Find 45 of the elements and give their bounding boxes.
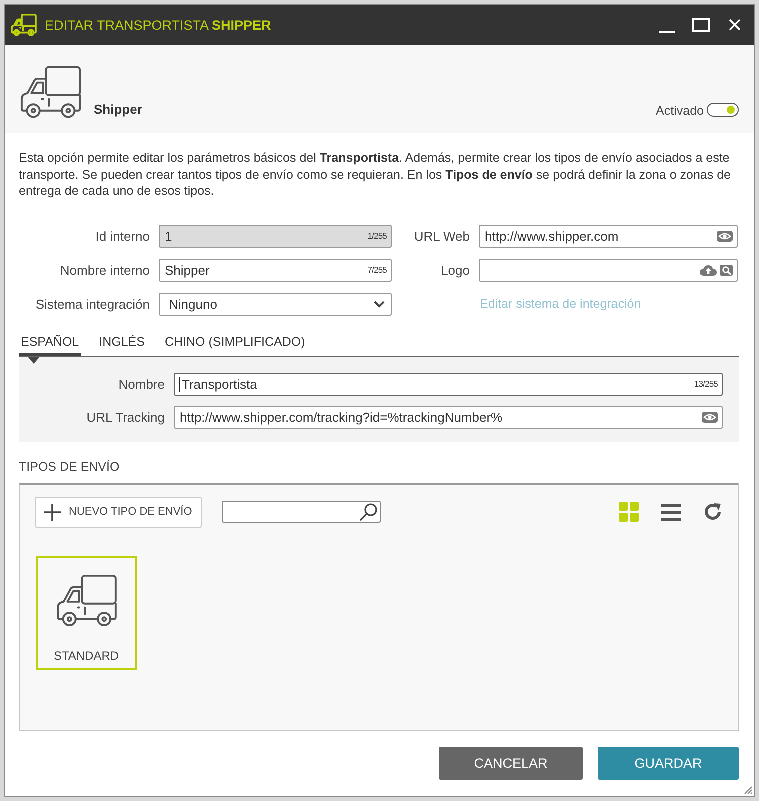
- eye-icon[interactable]: [702, 412, 718, 422]
- language-tab[interactable]: INGLÉS: [97, 328, 147, 356]
- chevron-down-icon: [374, 300, 385, 308]
- section-title: TIPOS DE ENVÍO: [19, 460, 121, 474]
- truck-icon: [56, 574, 118, 626]
- cloud-upload-icon[interactable]: [700, 264, 717, 276]
- save-button[interactable]: GUARDAR: [598, 747, 739, 780]
- maximize-icon: [692, 18, 710, 32]
- minimize-icon: [659, 31, 675, 33]
- search-field[interactable]: [222, 501, 382, 523]
- cancel-button[interactable]: CANCELAR: [439, 747, 583, 780]
- character-count: 7/255: [368, 264, 387, 274]
- eye-icon[interactable]: [717, 230, 733, 242]
- active-toggle[interactable]: [707, 103, 739, 117]
- truck-icon: [11, 14, 37, 36]
- field-label: URL Tracking: [86, 408, 166, 427]
- new-shipping-type-button[interactable]: NUEVO TIPO DE ENVÍO: [35, 496, 202, 528]
- field-label: Id interno: [94, 228, 151, 246]
- truck-icon: [20, 65, 82, 119]
- search-icon[interactable]: [720, 264, 733, 276]
- language-tab[interactable]: ESPAÑOL: [19, 328, 82, 364]
- search-icon: [360, 503, 378, 521]
- list-view-icon[interactable]: [661, 504, 681, 520]
- field-label: Sistema integración: [34, 296, 151, 314]
- window-title: EDITAR TRANSPORTISTA SHIPPER: [45, 18, 272, 32]
- character-count: 13/255: [694, 378, 718, 388]
- resize-grip-icon[interactable]: [744, 786, 753, 795]
- toggle-label: Activado: [656, 104, 704, 118]
- field-label: Nombre: [118, 376, 166, 394]
- plus-icon: [44, 504, 61, 520]
- shipping-type-card[interactable]: STANDARD: [36, 556, 137, 670]
- url-field[interactable]: http://www.shipper.com/tracking?id=%trackingNumber%: [174, 406, 723, 428]
- field-label: URL Web: [413, 228, 471, 246]
- close-icon: [729, 19, 741, 31]
- url-field[interactable]: http://www.shipper.com: [479, 224, 738, 248]
- field-label: Logo: [440, 262, 471, 280]
- carrier-name: Shipper: [94, 102, 142, 117]
- file-field[interactable]: [479, 258, 738, 282]
- field-label: Nombre interno: [59, 262, 151, 280]
- description-text: Esta opción permite editar los parámetros básicos del Transportista. Además, permite crear los tipos de envío asociados a este transporte. Se pueden crear tantos tipos de envío como se requieran. En los Tipos de envío se podrá definir la zona o zonas de entrega de cada uno de esos tipos.: [19, 150, 732, 200]
- language-tab[interactable]: CHINO (SIMPLIFICADO): [162, 328, 308, 356]
- select-field[interactable]: Ninguno: [159, 292, 392, 316]
- character-count: 1/255: [368, 230, 387, 240]
- card-label: STANDARD: [54, 648, 120, 662]
- refresh-icon[interactable]: [703, 502, 723, 522]
